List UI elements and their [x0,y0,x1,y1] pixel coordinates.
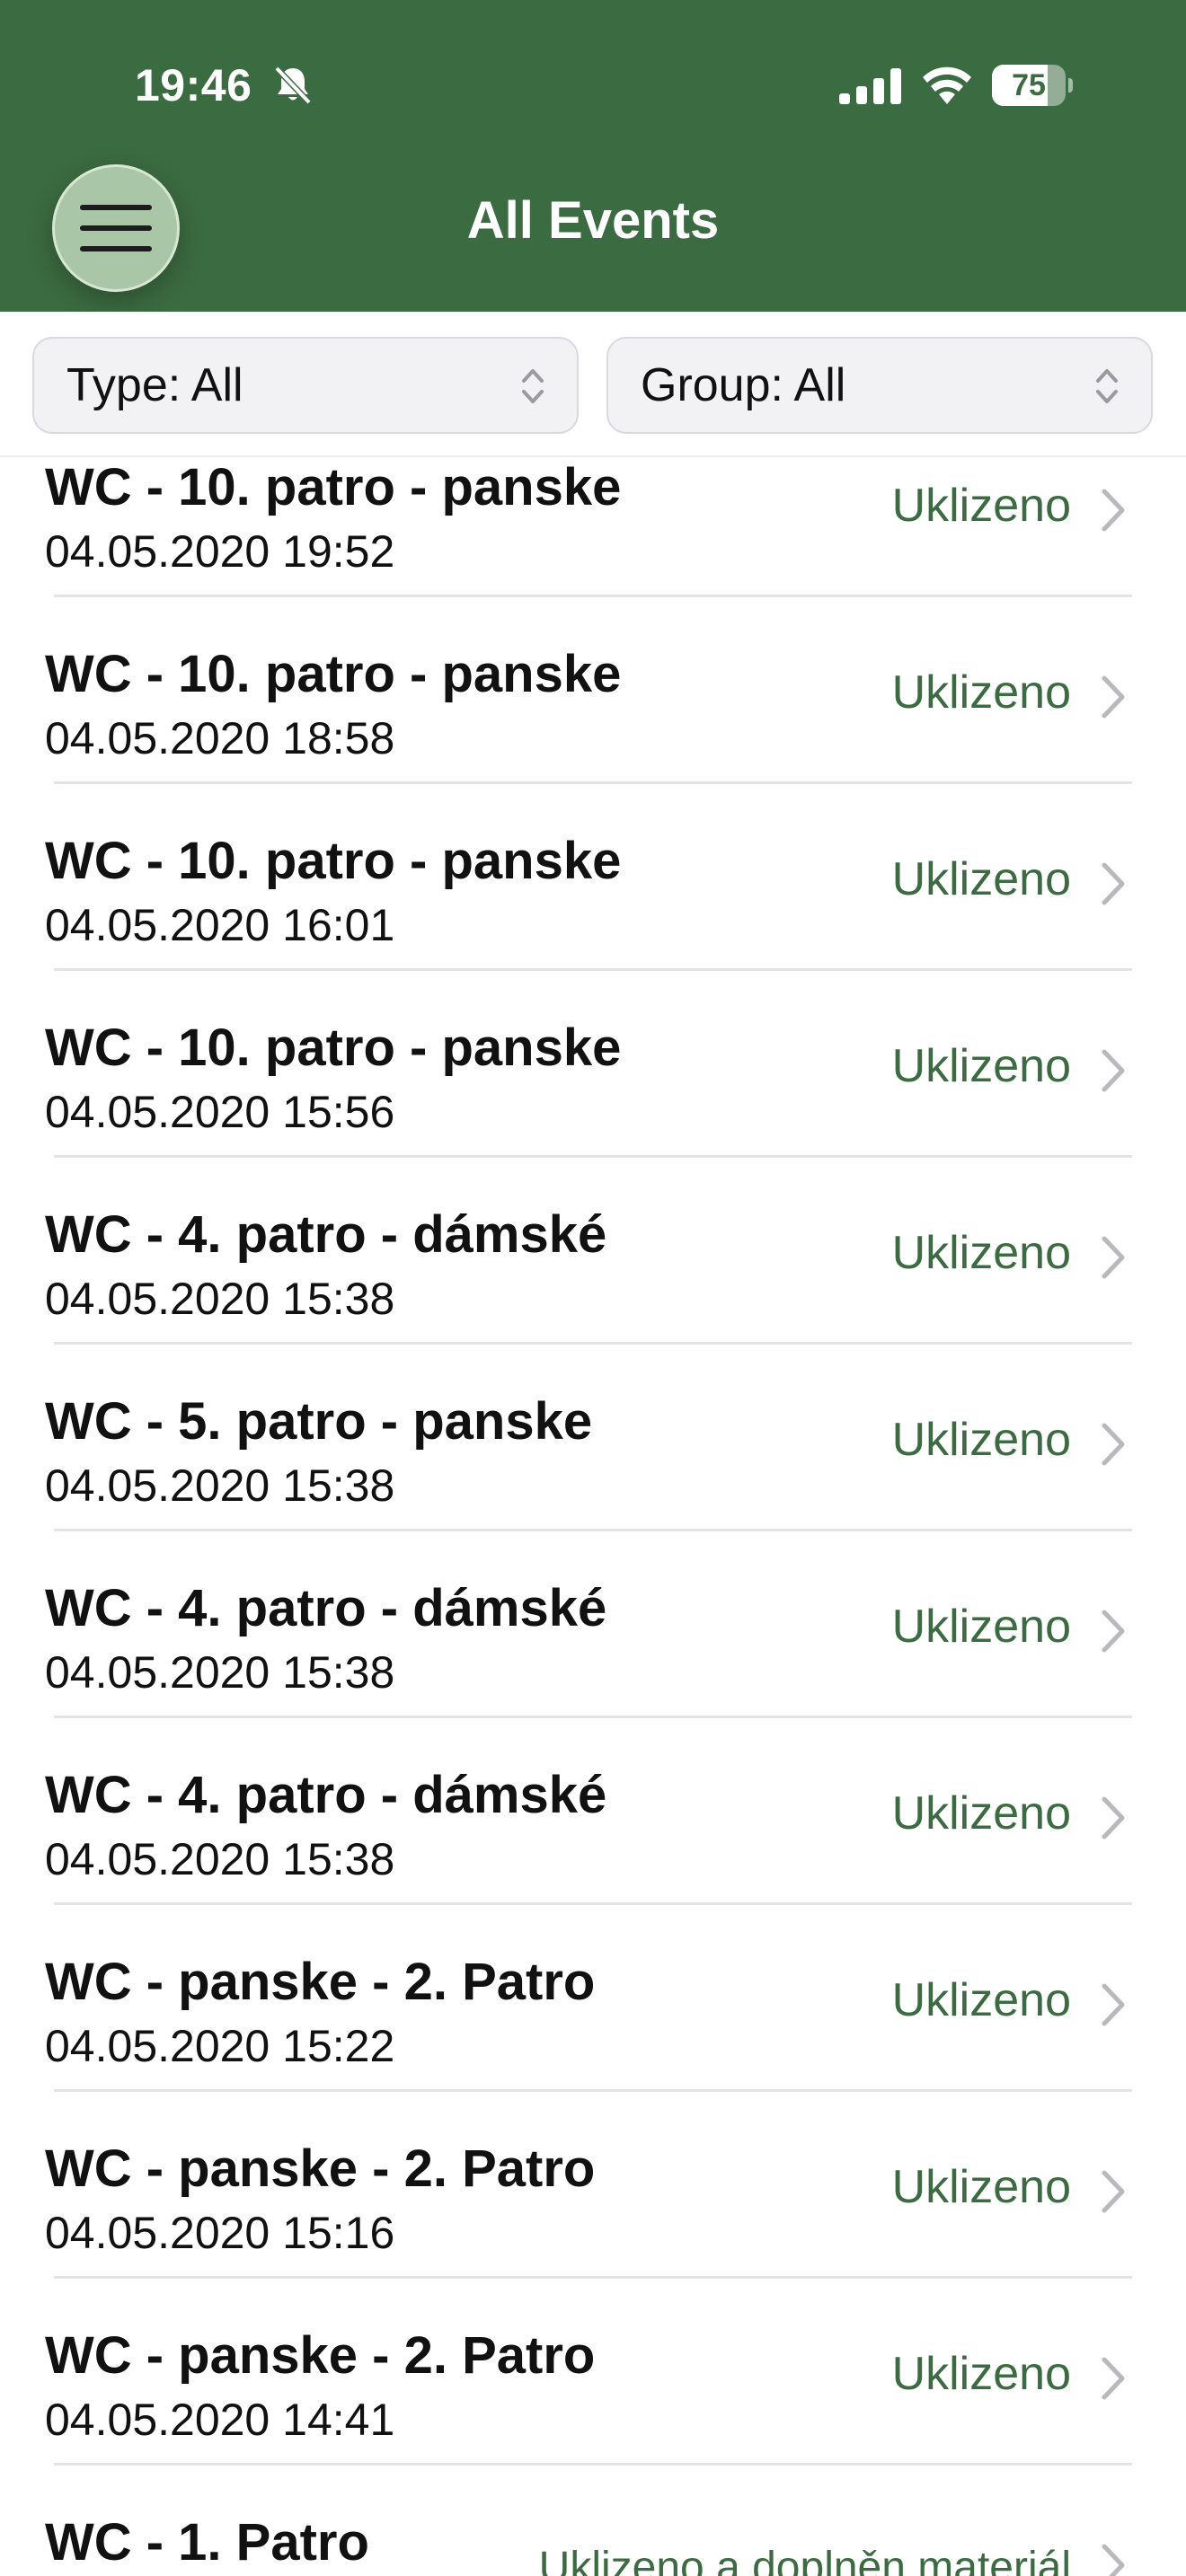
event-title: WC - 4. patro - dámské [45,1579,607,1637]
event-date: 04.05.2020 15:16 [45,2208,395,2258]
chevron-right-icon [1102,1236,1125,1279]
row-divider [54,2089,1132,2092]
event-status: Uklizeno [891,853,1071,905]
event-list[interactable]: WC - 10. patro - panske 04.05.2020 19:52 U… [0,457,1186,2576]
event-status: Uklizeno [891,1974,1071,2026]
event-date: 04.05.2020 18:58 [45,713,395,763]
event-title: WC - panske - 2. Patro [45,1953,596,2011]
event-status: Uklizeno [891,1227,1071,1279]
event-row[interactable]: WC - 1. Patro Uklizeno a doplněn materiál [0,2507,1186,2576]
row-divider [54,1902,1132,1905]
chevron-right-icon [1102,2544,1125,2576]
event-title: WC - 10. patro - panske [45,1019,622,1077]
chevron-right-icon [1102,1610,1125,1653]
chevron-right-icon [1102,1983,1125,2026]
group-filter-select[interactable]: Group: All [606,337,1153,434]
event-title: WC - panske - 2. Patro [45,2139,596,2198]
event-date: 04.05.2020 14:41 [45,2395,395,2445]
event-title: WC - 10. patro - panske [45,645,622,703]
screen: 19:46 75 All Events Type: All Group: All… [0,0,1186,2576]
event-title: WC - 1. Patro [45,2513,369,2572]
event-date: 04.05.2020 15:38 [45,1647,395,1698]
chevron-right-icon [1102,1796,1125,1839]
event-row[interactable]: WC - 4. patro - dámské 04.05.2020 15:38 Uk… [0,1573,1186,1760]
status-bar: 19:46 75 [0,0,1186,171]
row-divider [54,595,1132,597]
chevron-up-down-icon [1096,369,1118,403]
event-date: 04.05.2020 15:22 [45,2021,395,2071]
chevron-right-icon [1102,2357,1125,2400]
type-filter-label: Type: All [66,359,243,411]
chevron-right-icon [1102,1049,1125,1092]
event-row[interactable]: WC - 10. patro - panske 04.05.2020 19:52 U… [0,457,1186,639]
row-divider [54,1716,1132,1718]
event-status: Uklizeno [891,666,1071,719]
event-title: WC - 5. patro - panske [45,1392,593,1451]
event-date: 04.05.2020 15:38 [45,1274,395,1324]
chevron-right-icon [1102,675,1125,719]
event-title: WC - panske - 2. Patro [45,2326,596,2385]
event-row[interactable]: WC - 10. patro - panske 04.05.2020 18:58 U… [0,639,1186,825]
event-status: Uklizeno [891,1040,1071,1092]
event-title: WC - 10. patro - panske [45,458,622,516]
event-status: Uklizeno [891,1601,1071,1653]
chevron-right-icon [1102,862,1125,905]
event-status: Uklizeno [891,2161,1071,2213]
event-title: WC - 4. patro - dámské [45,1205,607,1264]
battery-percentage: 75 [1012,68,1046,102]
event-row[interactable]: WC - panske - 2. Patro 04.05.2020 14:41 Uk… [0,2320,1186,2507]
event-title: WC - 10. patro - panske [45,832,622,890]
event-date: 04.05.2020 15:56 [45,1087,395,1137]
event-status: Uklizeno [891,1414,1071,1466]
event-row[interactable]: WC - 4. patro - dámské 04.05.2020 15:38 Uk… [0,1199,1186,1386]
event-status: Uklizeno [891,1787,1071,1839]
chevron-right-icon [1102,489,1125,532]
bell-slash-icon [274,66,312,105]
event-date: 04.05.2020 15:38 [45,1834,395,1884]
event-date: 04.05.2020 15:38 [45,1460,395,1511]
wifi-icon [923,66,971,104]
event-row[interactable]: WC - panske - 2. Patro 04.05.2020 15:22 Uk… [0,1946,1186,2133]
battery-icon: 75 [992,65,1073,106]
group-filter-label: Group: All [641,359,846,411]
event-date: 04.05.2020 19:52 [45,526,395,577]
event-row[interactable]: WC - 5. patro - panske 04.05.2020 15:38 Uk… [0,1386,1186,1573]
type-filter-select[interactable]: Type: All [32,337,579,434]
chevron-up-down-icon [522,369,544,403]
chevron-right-icon [1102,1423,1125,1466]
event-row[interactable]: WC - 10. patro - panske 04.05.2020 15:56 U… [0,1012,1186,1199]
event-status: Uklizeno [891,2348,1071,2400]
signal-icon [839,68,901,104]
page-title: All Events [466,191,720,250]
event-status: Uklizeno [891,480,1071,532]
row-divider [54,2276,1132,2279]
row-divider [54,1342,1132,1345]
event-title: WC - 4. patro - dámské [45,1766,607,1824]
event-row[interactable]: WC - panske - 2. Patro 04.05.2020 15:16 Uk… [0,2133,1186,2320]
row-divider [54,968,1132,971]
event-row[interactable]: WC - 10. patro - panske 04.05.2020 16:01 U… [0,825,1186,1012]
event-status: Uklizeno a doplněn materiál [538,2544,1071,2576]
chevron-right-icon [1102,2170,1125,2213]
row-divider [54,2463,1132,2466]
status-time: 19:46 [135,60,252,110]
navigation-header: 19:46 75 All Events [0,0,1186,312]
event-row[interactable]: WC - 4. patro - dámské 04.05.2020 15:38 Uk… [0,1760,1186,1946]
row-divider [54,1155,1132,1158]
row-divider [54,1529,1132,1531]
event-date: 04.05.2020 16:01 [45,900,395,950]
row-divider [54,781,1132,784]
filter-bar: Type: All Group: All [0,312,1186,457]
